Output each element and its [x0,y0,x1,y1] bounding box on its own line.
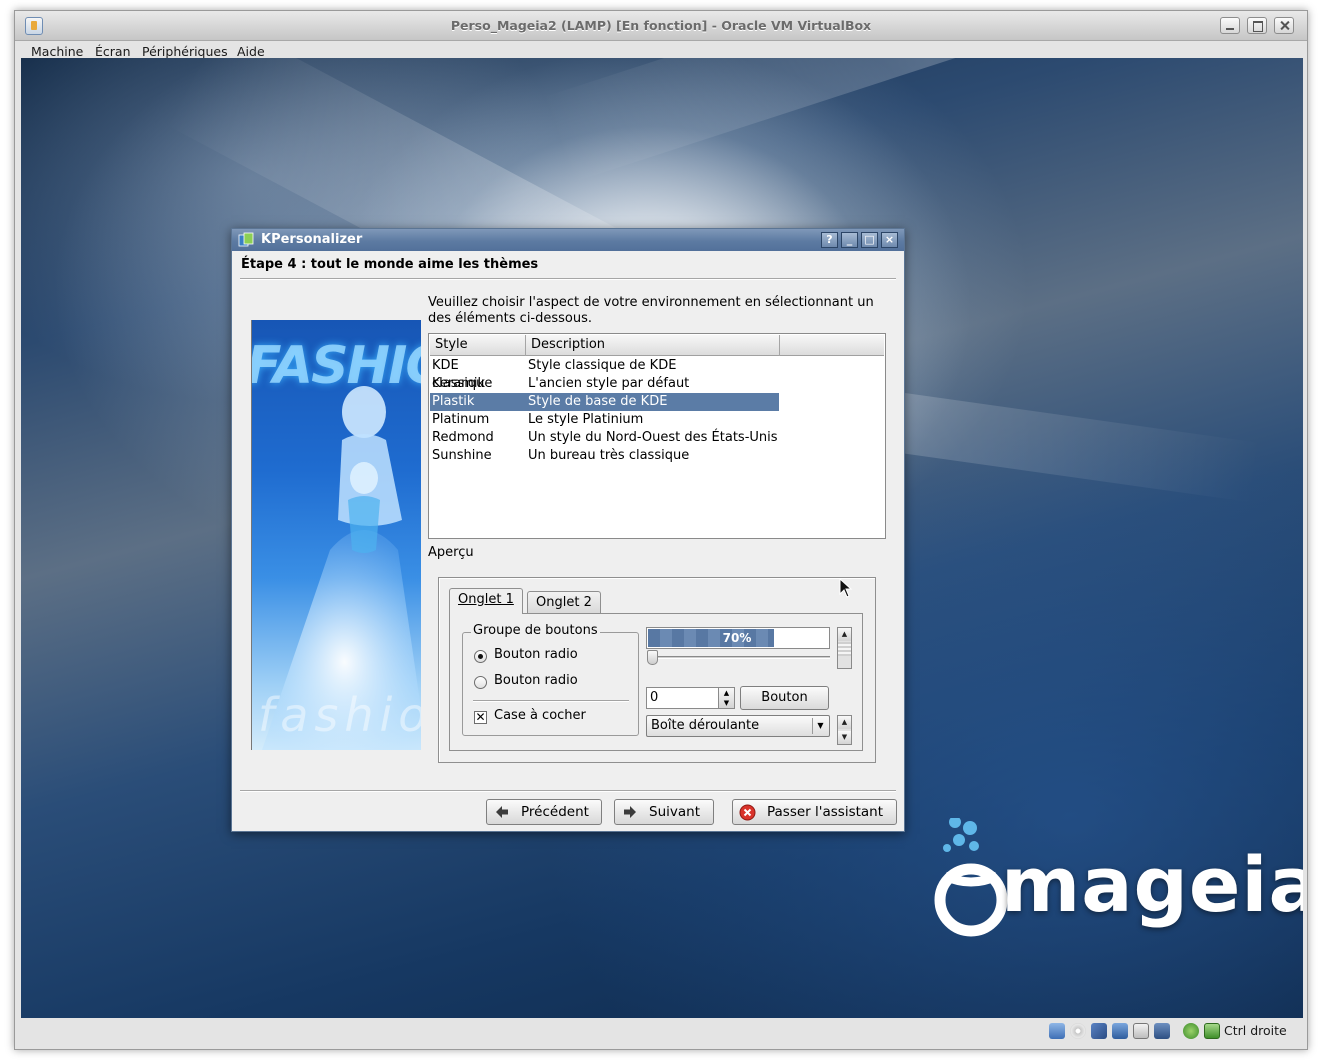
tab-onglet-1[interactable]: Onglet 1 [449,588,523,614]
list-item-description: Style de base de KDE [528,394,668,409]
next-label: Suivant [649,804,700,820]
mouse-cursor-icon [839,578,853,598]
maximize-icon[interactable]: □ [861,232,878,248]
column-header-style[interactable]: Style [430,335,526,356]
skip-wizard-button[interactable]: Passer l'assistant [732,799,897,825]
list-item-style: Sunshine [432,448,492,463]
list-item-description: Le style Platinium [528,412,644,427]
tab-panel: Groupe de boutons Bouton radio Bouton ra… [449,613,863,751]
video-capture-icon[interactable] [1154,1023,1170,1039]
separator [473,700,629,702]
minimize-icon[interactable] [1220,17,1240,34]
preview-button[interactable]: Bouton [740,686,829,710]
preview-frame: Onglet 1 Onglet 2 Groupe de boutons Bout… [438,577,876,763]
vertical-scrollbar[interactable]: ▲ [837,627,852,669]
style-listview[interactable]: Style Description KDE classique Style cl… [428,333,886,539]
kpersonalizer-app-icon [238,232,254,247]
combo-value: Boîte déroulante [651,718,760,733]
host-key-label: Ctrl droite [1224,1023,1287,1038]
slider-track[interactable] [650,656,830,659]
progress-text: 70% [722,631,752,645]
virtualbox-window: Perso_Mageia2 (LAMP) [En fonction] - Ora… [14,10,1308,1050]
usb-icon[interactable] [1091,1023,1107,1039]
skip-label: Passer l'assistant [767,804,884,820]
spinbox-buttons[interactable]: ▲ ▼ [718,687,735,709]
chevron-down-icon[interactable]: ▼ [812,718,828,734]
spin-up-icon[interactable]: ▲ [719,688,734,698]
spinbox-value: 0 [650,690,659,705]
scroll-thumb[interactable] [838,642,851,656]
vbox-titlebar[interactable]: Perso_Mageia2 (LAMP) [En fonction] - Ora… [15,11,1307,41]
hard-disk-icon[interactable] [1049,1023,1065,1039]
list-item-description: L'ancien style par défaut [528,376,690,391]
tab-label: Onglet 2 [536,595,592,610]
combo-box[interactable]: Boîte déroulante ▼ [646,715,830,737]
arrow-left-icon [496,806,508,818]
list-item-style: Plastik [432,394,475,409]
previous-label: Précédent [521,804,589,820]
kp-window-title: KPersonalizer [261,232,363,247]
fashion-text-bottom: fashio [258,688,421,742]
maximize-icon[interactable] [1247,17,1267,34]
preview-label: Aperçu [428,545,474,560]
network-icon[interactable] [1112,1023,1128,1039]
shared-folders-icon[interactable] [1133,1023,1149,1039]
list-item-style: Redmond [432,430,494,445]
button-group: Groupe de boutons Bouton radio Bouton ra… [462,623,639,736]
mageia-logo-text: mageia [1001,840,1303,929]
radio-button-2[interactable] [474,676,487,689]
checkbox-label: Case à cocher [494,708,586,723]
tab-label: Onglet 1 [458,592,514,607]
list-item-description: Un bureau très classique [528,448,690,463]
previous-button[interactable]: Précédent [486,799,602,825]
column-header-description[interactable]: Description [526,335,780,356]
scroll-up-icon[interactable]: ▲ [838,716,851,729]
separator [240,790,896,792]
cancel-icon [739,804,756,821]
group-title: Groupe de boutons [471,623,600,638]
next-button[interactable]: Suivant [614,799,714,825]
progress-bar: 70% [646,627,830,649]
mouse-integration-icon[interactable] [1183,1023,1199,1039]
arrow-right-icon [624,806,636,818]
close-icon[interactable] [1274,17,1294,34]
intro-text: Veuillez choisir l'aspect de votre envir… [428,295,874,326]
fashion-side-image: FASHION fashio [251,320,421,750]
list-item-description: Style classique de KDE [528,358,677,373]
guest-desktop[interactable]: mageia KPersonalizer ? _ □ × Étape 4 : t… [21,58,1303,1018]
scroll-down-icon[interactable]: ▼ [838,731,851,744]
close-icon[interactable]: × [881,232,898,248]
separator [240,278,896,280]
fashion-text-top: FASHION [251,336,421,396]
kpersonalizer-window: KPersonalizer ? _ □ × Étape 4 : tout le … [231,228,905,832]
list-item-style: Platinum [432,412,490,427]
keyboard-capture-icon[interactable] [1204,1023,1220,1039]
step-title: Étape 4 : tout le monde aime les thèmes [241,257,539,272]
vbox-window-title: Perso_Mageia2 (LAMP) [En fonction] - Ora… [450,18,872,33]
list-item-selected[interactable]: Plastik Style de base de KDE [430,393,779,411]
spin-down-icon[interactable]: ▼ [719,698,734,708]
list-item-style: Keramik [432,376,485,391]
list-item-description: Un style du Nord-Ouest des États-Unis [528,430,778,445]
help-icon[interactable]: ? [821,232,838,248]
kp-titlebar[interactable]: KPersonalizer ? _ □ × [232,229,904,251]
vbox-statusbar: Ctrl droite [21,1019,1303,1043]
wallpaper-light-beam [541,58,1292,184]
minimize-icon[interactable]: _ [841,232,858,248]
radio-label-2: Bouton radio [494,673,578,688]
vertical-scrollbar-2[interactable]: ▲ ▼ [837,715,852,745]
tab-onglet-2[interactable]: Onglet 2 [527,591,601,615]
list-header: Style Description [430,335,884,356]
scroll-up-icon[interactable]: ▲ [838,628,851,641]
optical-drive-icon[interactable] [1070,1023,1086,1039]
slider-handle[interactable] [647,650,658,665]
radio-label-1: Bouton radio [494,647,578,662]
checkbox[interactable]: ✕ [474,711,487,724]
radio-button-1[interactable] [474,650,487,663]
